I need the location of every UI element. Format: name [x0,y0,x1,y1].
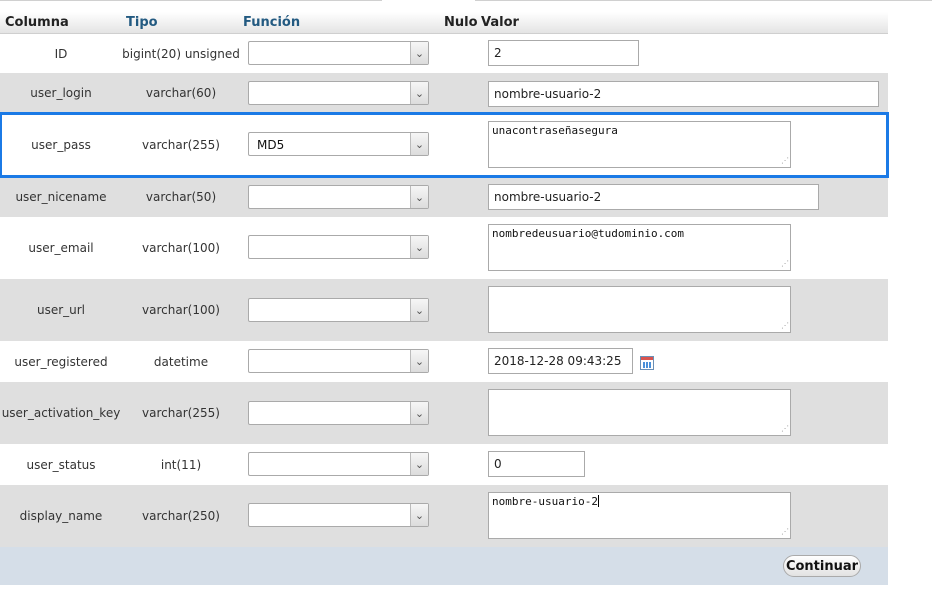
column-name: user_url [36,303,86,317]
function-select[interactable]: ⌄ [248,503,429,527]
table-row: user_activation_key varchar(255) ⌄ ⋰ [0,382,888,444]
chevron-down-icon[interactable]: ⌄ [410,453,428,475]
column-type: bigint(20) unsigned [122,46,240,61]
value-textarea[interactable]: nombre-usuario-2 ⋰ [488,492,791,539]
column-type: varchar(60) [145,86,217,100]
table-row: display_name varchar(250) ⌄ nombre-usuar… [0,485,888,547]
column-name: ID [54,46,68,61]
value-text: unacontraseñasegura [492,124,618,137]
column-name: user_email [28,241,94,255]
resize-grip-icon[interactable]: ⋰ [780,260,789,269]
column-name: user_nicename [15,190,107,204]
value-text: nombre-usuario-2 [492,495,598,508]
chevron-down-icon[interactable]: ⌄ [410,133,428,155]
table-row: user_email varchar(100) ⌄ nombredeusuari… [0,217,888,279]
table-row: user_nicename varchar(50) ⌄ nombre-usuar… [0,177,888,217]
function-select[interactable]: ⌄ [248,185,429,209]
column-name: user_activation_key [1,406,121,420]
column-name: user_pass [31,138,91,152]
header-null: Nulo [444,15,478,30]
column-type: int(11) [160,457,202,472]
function-select[interactable]: ⌄ [248,452,429,476]
chevron-down-icon[interactable]: ⌄ [410,299,428,321]
column-name: user_registered [14,354,108,369]
function-select[interactable]: ⌄ [248,298,429,322]
chevron-down-icon[interactable]: ⌄ [410,186,428,208]
form-footer: Continuar [0,547,888,585]
chevron-down-icon[interactable]: ⌄ [410,236,428,258]
table-row: user_url varchar(100) ⌄ ⋰ [0,279,888,341]
resize-grip-icon[interactable]: ⋰ [780,322,789,331]
table-row: ID bigint(20) unsigned ⌄ 2 [0,34,888,73]
chevron-down-icon[interactable]: ⌄ [410,42,428,64]
top-divider [0,0,382,1]
column-name: user_login [30,86,92,100]
table-row: user_status int(11) ⌄ 0 [0,444,888,485]
column-type: varchar(250) [142,509,220,523]
column-type: varchar(255) [142,138,220,152]
function-select-value: MD5 [257,138,285,152]
calendar-icon[interactable] [640,356,654,370]
header-function[interactable]: Función [243,15,300,30]
table-header: Columna Tipo Función Nulo Valor [0,12,888,34]
value-input[interactable]: 0 [488,451,585,477]
column-name: display_name [19,509,103,523]
value-textarea[interactable]: ⋰ [488,389,791,436]
chevron-down-icon[interactable]: ⌄ [410,504,428,526]
function-select[interactable]: ⌄ [248,235,429,259]
text-caret [597,495,599,507]
column-type: datetime [153,354,209,369]
table-row: user_login varchar(60) ⌄ nombre-usuario-… [0,73,888,113]
header-value: Valor [481,15,519,30]
function-select[interactable]: ⌄ [248,349,429,373]
column-name: user_status [26,457,96,472]
resize-grip-icon[interactable]: ⋰ [780,528,789,537]
value-textarea[interactable]: nombredeusuario@tudominio.com ⋰ [488,224,791,271]
column-type: varchar(100) [142,241,220,255]
chevron-down-icon[interactable]: ⌄ [410,350,428,372]
column-type: varchar(50) [145,190,217,204]
table-row: user_registered datetime ⌄ 2018-12-28 09… [0,341,888,382]
resize-grip-icon[interactable]: ⋰ [780,157,789,166]
value-input[interactable]: nombre-usuario-2 [488,184,819,210]
value-textarea[interactable]: unacontraseñasegura ⋰ [488,121,791,168]
top-divider [475,0,932,1]
chevron-down-icon[interactable]: ⌄ [410,402,428,424]
value-input[interactable]: 2 [488,40,639,66]
column-type: varchar(100) [142,303,220,317]
resize-grip-icon[interactable]: ⋰ [780,425,789,434]
function-select[interactable]: ⌄ [248,41,429,65]
header-column: Columna [5,15,69,30]
value-input[interactable]: 2018-12-28 09:43:25 [488,348,633,374]
value-text: nombredeusuario@tudominio.com [492,227,685,240]
continue-button[interactable]: Continuar [783,555,861,577]
table-row-highlighted: user_pass varchar(255) MD5 ⌄ unacontrase… [0,112,889,178]
value-textarea[interactable]: ⋰ [488,286,791,333]
header-type[interactable]: Tipo [126,15,158,30]
function-select[interactable]: ⌄ [248,81,429,105]
function-select[interactable]: MD5 ⌄ [248,132,429,156]
column-type: varchar(255) [142,406,220,420]
function-select[interactable]: ⌄ [248,401,429,425]
value-input[interactable]: nombre-usuario-2 [488,81,879,107]
chevron-down-icon[interactable]: ⌄ [410,82,428,104]
